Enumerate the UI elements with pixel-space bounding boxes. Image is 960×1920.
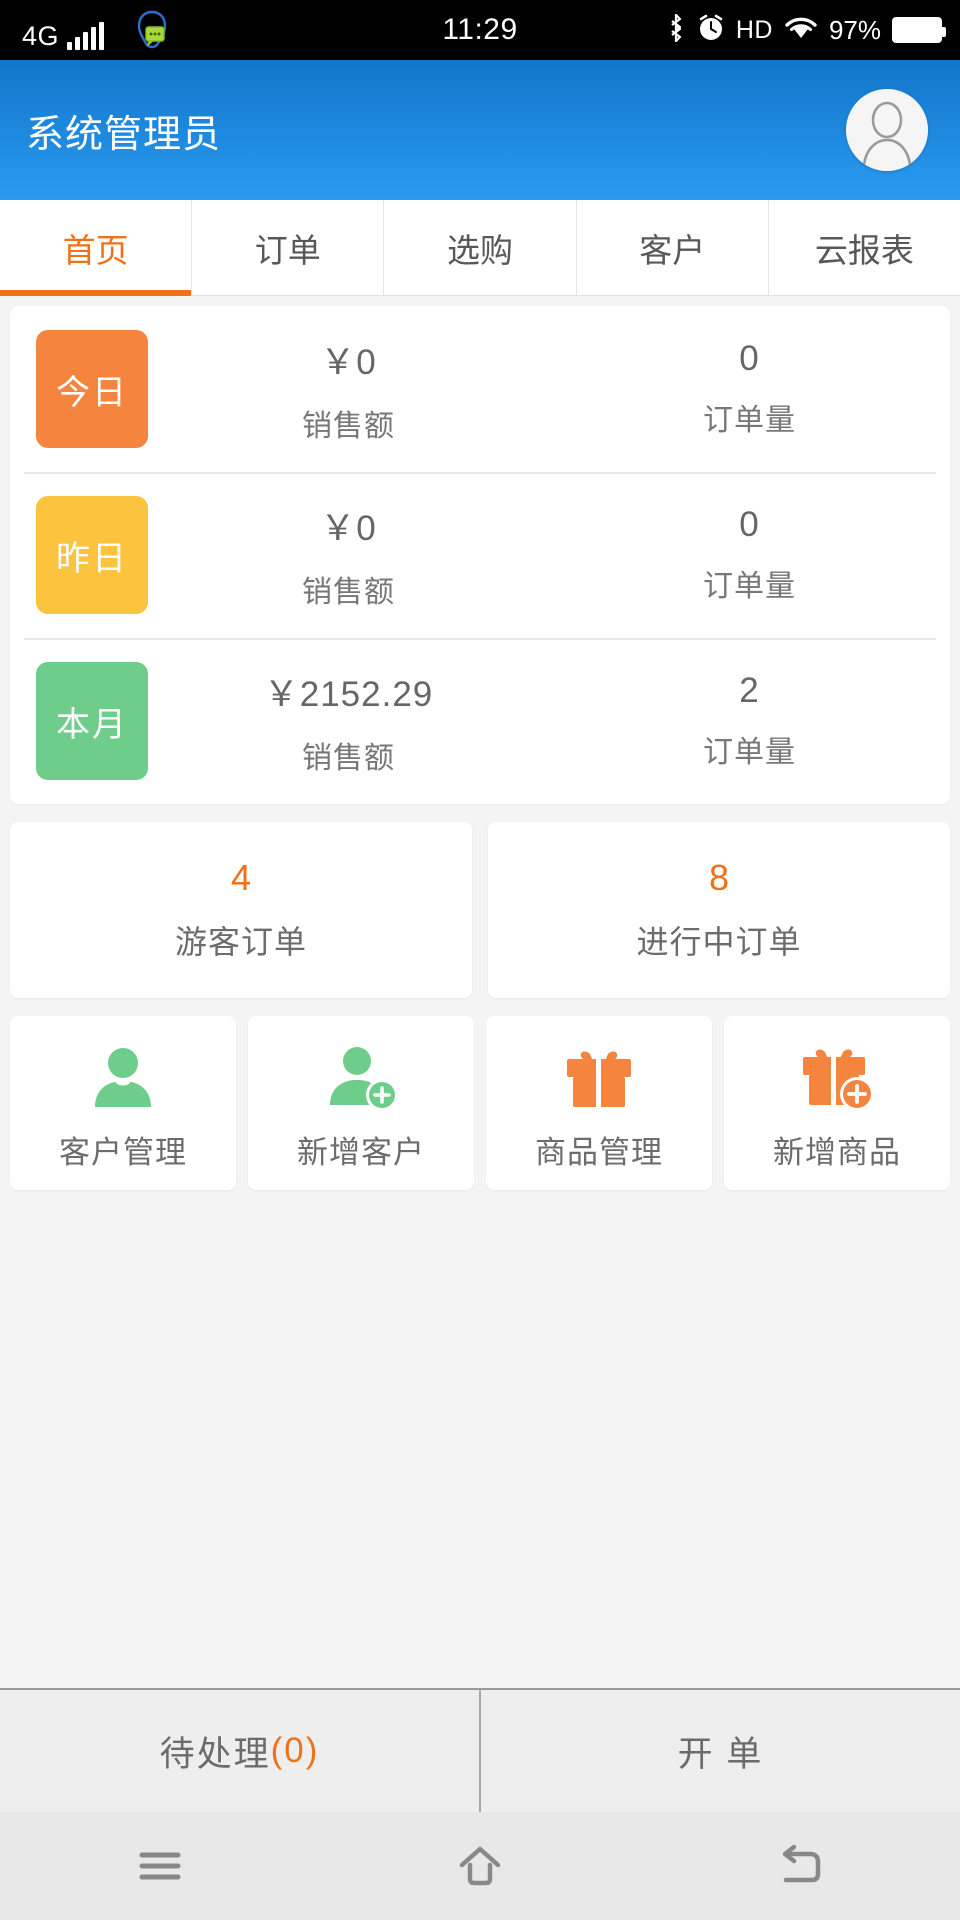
app-header: 系统管理员: [0, 60, 960, 200]
status-bar: 4G 11:29 HD 97%: [0, 0, 960, 60]
stat-label: 销售额: [302, 409, 395, 443]
tab-customers[interactable]: 客户: [577, 200, 769, 295]
stat-value: ￥0: [320, 508, 377, 548]
pending-label: 待处理: [159, 1734, 271, 1774]
stat-label: 订单量: [703, 570, 796, 603]
gift-box-add-icon: [795, 1035, 879, 1119]
create-order-button[interactable]: 开 单: [481, 1690, 960, 1812]
shortcut-label: 商品管理: [535, 1134, 663, 1170]
stat-value: ￥0: [320, 342, 377, 382]
create-order-label: 开 单: [677, 1734, 764, 1774]
back-icon[interactable]: [745, 1831, 855, 1901]
shortcut-customer-management[interactable]: 客户管理: [10, 1016, 236, 1190]
tab-label: 客户: [639, 231, 706, 269]
stat-label: 销售额: [302, 575, 395, 609]
tab-label: 订单: [254, 231, 321, 269]
stat-value: ￥2152.29: [263, 674, 434, 714]
sales-summary-card: 今日 ￥0 销售额 0 订单量 昨日 ￥0 销售额 0 订单量 本月 ￥2152…: [10, 306, 950, 804]
avatar[interactable]: [846, 89, 928, 171]
stat-value: 2: [739, 671, 760, 710]
tab-label: 云报表: [814, 231, 914, 269]
stat-sales: ￥0 销售额: [148, 334, 549, 445]
tab-label: 首页: [62, 231, 129, 269]
period-badge: 昨日: [36, 496, 148, 614]
shortcut-label: 客户管理: [59, 1134, 187, 1170]
period-badge: 今日: [36, 330, 148, 448]
stat-label: 订单量: [703, 404, 796, 437]
person-icon: [81, 1035, 165, 1119]
stat-label: 销售额: [302, 741, 395, 775]
page-title: 系统管理员: [26, 113, 222, 156]
shortcut-label: 新增客户: [297, 1134, 425, 1170]
stat-sales: ￥0 销售额: [148, 500, 549, 611]
tab-cloud-report[interactable]: 云报表: [769, 200, 960, 295]
stat-orders: 0 订单量: [549, 505, 950, 605]
stat-row-this-month[interactable]: 本月 ￥2152.29 销售额 2 订单量: [10, 638, 950, 804]
main-content: 今日 ￥0 销售额 0 订单量 昨日 ￥0 销售额 0 订单量 本月 ￥2152…: [0, 296, 960, 1688]
stat-orders: 2 订单量: [549, 671, 950, 771]
tab-shopping[interactable]: 选购: [384, 200, 577, 295]
period-badge: 本月: [36, 662, 148, 780]
stat-row-yesterday[interactable]: 昨日 ￥0 销售额 0 订单量: [10, 472, 950, 638]
user-avatar-icon: [846, 89, 928, 171]
stat-label: 订单量: [703, 736, 796, 769]
tab-orders[interactable]: 订单: [192, 200, 385, 295]
phone-screen: 4G 11:29 HD 97% 系统管理员 首页 订单 选购 客户 云报表 今日…: [0, 0, 960, 1920]
stat-value: 0: [739, 339, 760, 378]
tab-label: 选购: [447, 231, 513, 269]
tab-home[interactable]: 首页: [0, 200, 193, 296]
shortcut-grid: 客户管理 新增客户 商品管理 新增商品: [10, 1016, 950, 1190]
gift-box-icon: [557, 1035, 641, 1119]
bottom-action-bar: 待处理 (0) 开 单: [0, 1688, 960, 1812]
menu-icon[interactable]: [105, 1831, 215, 1901]
guest-orders-label: 游客订单: [174, 924, 307, 960]
in-progress-orders-card[interactable]: 8 进行中订单: [488, 822, 950, 998]
battery-full-icon: [892, 17, 946, 43]
guest-orders-card[interactable]: 4 游客订单: [10, 822, 472, 998]
in-progress-orders-count: 8: [708, 857, 730, 898]
order-count-cards: 4 游客订单 8 进行中订单: [10, 822, 950, 998]
guest-orders-count: 4: [230, 857, 252, 898]
pending-button[interactable]: 待处理 (0): [0, 1690, 481, 1812]
pending-count: (0): [270, 1731, 320, 1770]
shortcut-label: 新增商品: [773, 1134, 901, 1170]
shortcut-product-management[interactable]: 商品管理: [486, 1016, 712, 1190]
main-tabbar: 首页 订单 选购 客户 云报表: [0, 200, 960, 296]
status-bar-clock: 11:29: [442, 13, 518, 46]
stat-row-today[interactable]: 今日 ￥0 销售额 0 订单量: [10, 306, 950, 472]
person-add-icon: [319, 1035, 403, 1119]
stat-orders: 0 订单量: [549, 339, 950, 439]
stat-value: 0: [739, 505, 760, 544]
shortcut-add-product[interactable]: 新增商品: [724, 1016, 950, 1190]
shortcut-add-customer[interactable]: 新增客户: [248, 1016, 474, 1190]
in-progress-orders-label: 进行中订单: [636, 924, 802, 960]
stat-sales: ￥2152.29 销售额: [148, 666, 549, 777]
home-icon[interactable]: [425, 1831, 535, 1901]
android-nav-bar: [0, 1812, 960, 1920]
